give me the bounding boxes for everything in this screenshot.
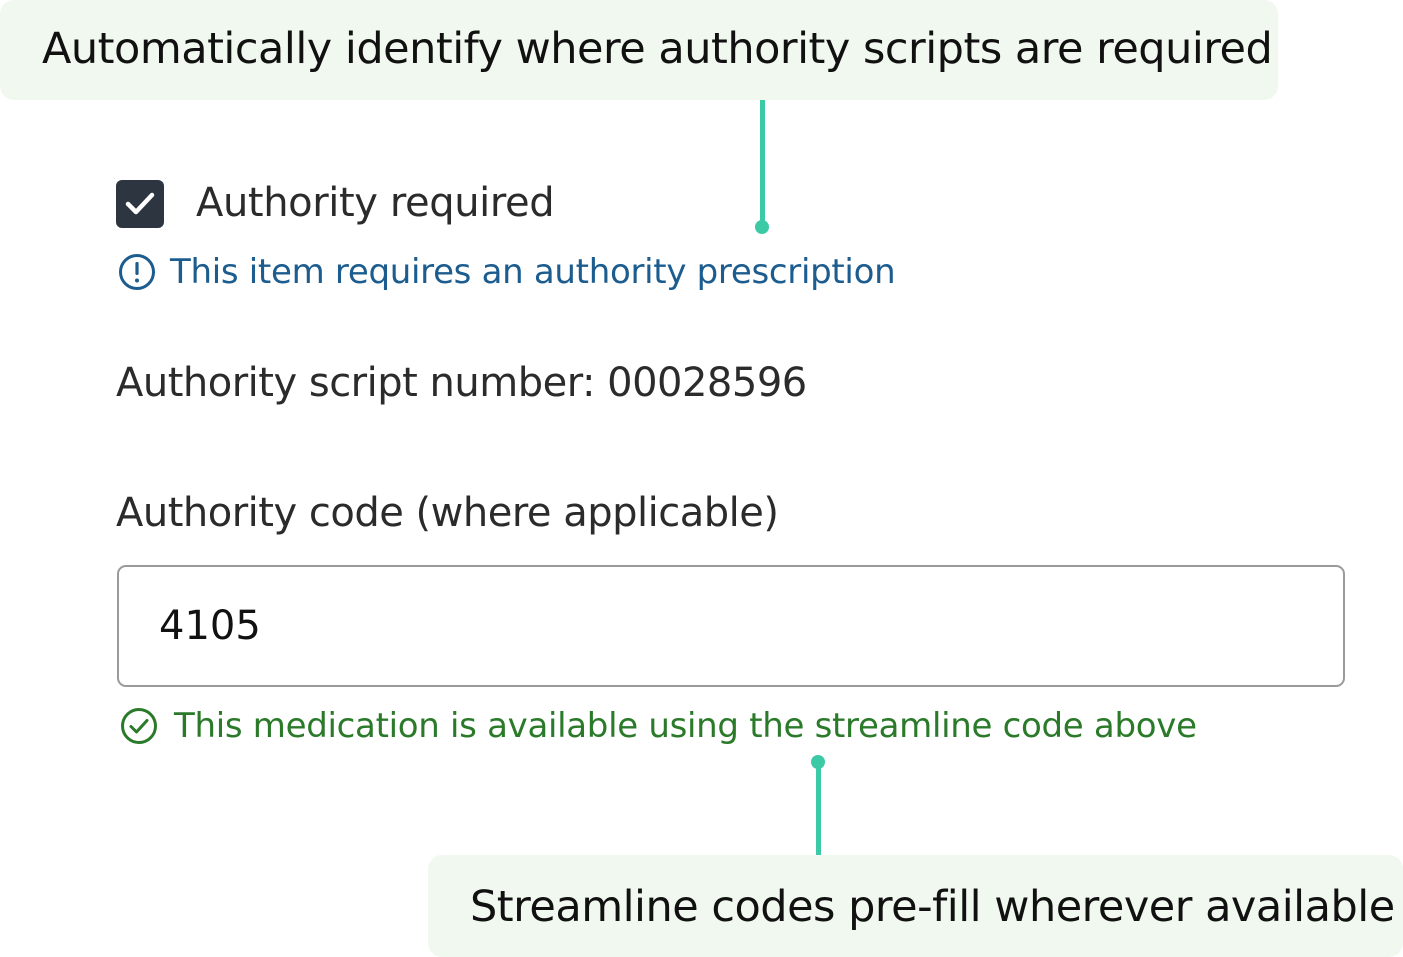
callout-text: Streamline codes pre-fill wherever avail… xyxy=(470,882,1395,932)
authority-code-label: Authority code (where applicable) xyxy=(116,490,779,536)
callout-text: Automatically identify where authority s… xyxy=(42,24,1273,74)
check-circle-icon xyxy=(121,708,157,744)
callout-authority-detection: Automatically identify where authority s… xyxy=(0,0,1278,100)
authority-required-label[interactable]: Authority required xyxy=(196,180,555,226)
connector-line-top xyxy=(760,100,765,226)
streamline-notice: This medication is available using the s… xyxy=(120,704,1197,748)
connector-dot-bottom xyxy=(811,755,825,769)
info-circle-icon xyxy=(119,254,155,290)
authority-code-input[interactable] xyxy=(117,565,1345,687)
authority-script-number: Authority script number: 00028596 xyxy=(116,360,807,406)
authority-required-checkbox[interactable] xyxy=(116,180,164,228)
authority-notice: This item requires an authority prescrip… xyxy=(118,250,896,294)
check-icon xyxy=(125,192,155,215)
connector-dot-top xyxy=(755,220,769,234)
authority-notice-text: This item requires an authority prescrip… xyxy=(170,252,896,292)
callout-streamline-prefill: Streamline codes pre-fill wherever avail… xyxy=(428,855,1403,957)
streamline-notice-text: This medication is available using the s… xyxy=(174,706,1197,746)
connector-line-bottom xyxy=(816,763,821,855)
